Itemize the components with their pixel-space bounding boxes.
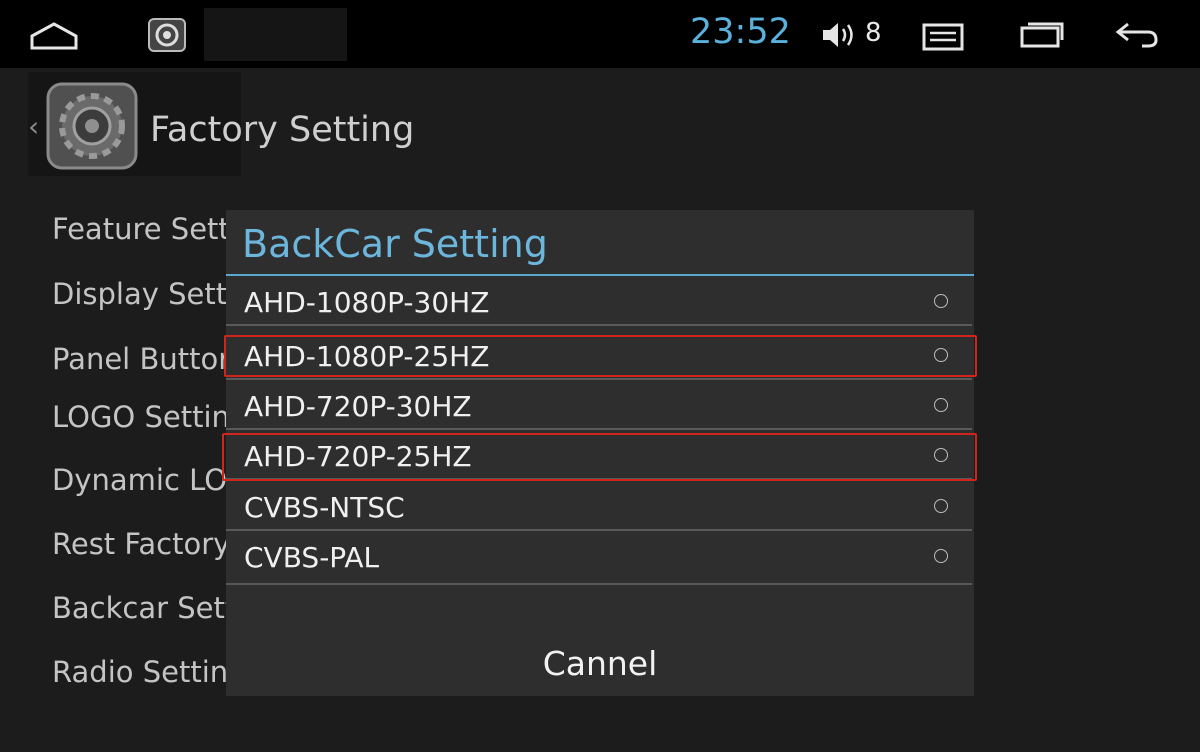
settings-item-reset-factory[interactable]: Rest Factory [52, 527, 230, 561]
back-chevron-icon[interactable]: ‹ [28, 110, 39, 143]
option-row[interactable]: AHD-1080P-30HZ [226, 278, 972, 326]
recent-apps-icon[interactable] [1016, 18, 1066, 52]
back-icon[interactable] [1112, 18, 1162, 52]
volume-level: 8 [865, 18, 882, 48]
option-label: AHD-1080P-30HZ [244, 286, 490, 319]
settings-item-display[interactable]: Display Setti [52, 277, 235, 311]
radio-button-icon[interactable] [934, 294, 948, 308]
settings-item-logo[interactable]: LOGO Setting [52, 400, 248, 434]
option-label: CVBS-NTSC [244, 491, 405, 524]
settings-item-radio[interactable]: Radio Setting [52, 655, 247, 689]
option-row[interactable]: CVBS-PAL [226, 533, 972, 585]
option-label: AHD-720P-30HZ [244, 390, 472, 423]
page-title: Factory Setting [150, 110, 415, 150]
cancel-button[interactable]: Cannel [226, 630, 974, 696]
radio-button-icon[interactable] [934, 499, 948, 513]
status-bar: 23:52 8 [0, 0, 1200, 68]
settings-item-feature[interactable]: Feature Sett [52, 212, 230, 246]
app-icon[interactable] [146, 16, 188, 54]
highlight-box [224, 335, 977, 377]
option-row[interactable]: AHD-720P-30HZ [226, 382, 972, 430]
settings-item-backcar[interactable]: Backcar Sett [52, 591, 236, 625]
notification-area [204, 8, 347, 61]
highlight-box [222, 433, 977, 481]
radio-button-icon[interactable] [934, 398, 948, 412]
gear-icon [44, 80, 140, 172]
option-row[interactable]: CVBS-NTSC [226, 483, 972, 531]
settings-item-panel-button[interactable]: Panel Buttor [52, 342, 230, 376]
radio-button-icon[interactable] [934, 549, 948, 563]
option-label: CVBS-PAL [244, 541, 380, 574]
dialog-title: BackCar Setting [242, 222, 548, 266]
volume-icon[interactable] [820, 20, 858, 50]
menu-icon[interactable] [920, 20, 966, 54]
home-icon[interactable] [26, 18, 82, 54]
clock: 23:52 [690, 12, 791, 52]
settings-item-dynamic-logo[interactable]: Dynamic LOG [52, 463, 250, 497]
dialog-divider [226, 274, 974, 276]
